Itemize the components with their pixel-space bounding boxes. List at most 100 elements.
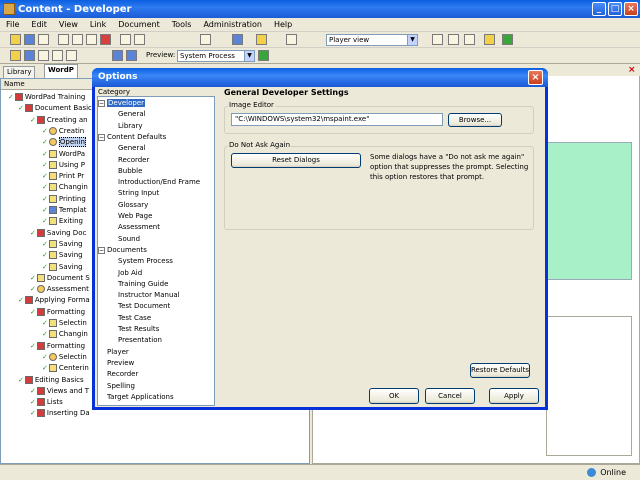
menu-link[interactable]: Link (90, 20, 106, 29)
tree-item[interactable]: ✓ Changin (42, 182, 88, 193)
redo-icon[interactable] (134, 34, 145, 45)
tree-item[interactable]: ✓ Saving (42, 239, 83, 250)
layout-icon[interactable] (432, 34, 443, 45)
tree-item[interactable]: ✓ Changin (42, 329, 88, 340)
go-icon[interactable] (258, 50, 269, 61)
category-item[interactable]: Preview (107, 358, 134, 369)
tree-item[interactable]: ✓ Inserting Da (30, 408, 90, 419)
tree-item[interactable]: ✓ Formatting (30, 307, 85, 318)
tree-item[interactable]: ✓ Formatting (30, 341, 85, 352)
category-item[interactable]: Test Case (118, 313, 151, 324)
category-item[interactable]: Glossary (118, 200, 148, 211)
tree-item[interactable]: ✓ Lists (30, 397, 63, 408)
arrow-down-icon[interactable] (126, 50, 137, 61)
tree-item[interactable]: ✓ Creatin (42, 126, 84, 137)
find-icon[interactable] (200, 34, 211, 45)
minimize-button[interactable]: _ (592, 2, 606, 16)
category-item[interactable]: Introduction/End Frame (118, 177, 200, 188)
tree-item[interactable]: ✓ Saving Doc (30, 228, 86, 239)
category-item[interactable]: Spelling (107, 381, 135, 392)
split-icon[interactable] (448, 34, 459, 45)
collapse-icon[interactable]: − (98, 133, 105, 141)
menu-edit[interactable]: Edit (31, 20, 47, 29)
category-item[interactable]: Bubble (118, 166, 142, 177)
category-item[interactable]: Player (107, 347, 129, 358)
category-item[interactable]: Library (118, 121, 142, 132)
category-item[interactable]: Assessment (118, 222, 160, 233)
document-icon[interactable] (38, 50, 49, 61)
tree-item[interactable]: ✓ WordPa (42, 149, 85, 160)
category-item[interactable]: Recorder (107, 369, 138, 380)
tree-item[interactable]: ✓ Print Pr (42, 171, 84, 182)
category-item[interactable]: Job Aid (118, 268, 142, 279)
menu-administration[interactable]: Administration (203, 20, 262, 29)
close-icon[interactable]: × (628, 66, 637, 75)
view-combo[interactable]: Player view ▼ (326, 34, 418, 46)
tree-item[interactable]: ✓ Openin (42, 137, 86, 148)
category-item[interactable]: Instructor Manual (118, 290, 180, 301)
publish-icon[interactable] (484, 34, 495, 45)
undo-icon[interactable] (120, 34, 131, 45)
tree-item[interactable]: ✓ Using P (42, 160, 85, 171)
delete-icon[interactable] (100, 34, 111, 45)
help-icon[interactable] (232, 34, 243, 45)
collapse-icon[interactable]: − (98, 100, 105, 107)
tree-item[interactable]: ✓ Saving (42, 250, 83, 261)
new-icon[interactable] (10, 50, 21, 61)
category-item[interactable]: − Documents (98, 245, 147, 256)
tab-wordpad[interactable]: WordP (44, 64, 78, 78)
record-icon[interactable] (286, 34, 297, 45)
category-item[interactable]: String Input (118, 188, 159, 199)
browse-button[interactable]: Browse... (448, 113, 502, 127)
category-item[interactable]: − Developer (98, 98, 146, 109)
preview-combo[interactable]: System Process ▼ (177, 50, 255, 62)
category-item[interactable]: Test Results (118, 324, 159, 335)
tree-item[interactable]: ✓ Printing (42, 194, 86, 205)
tree-item[interactable]: ✓ Centerin (42, 363, 89, 374)
image-editor-field[interactable]: "C:\WINDOWS\system32\mspaint.exe" (231, 113, 443, 126)
maximize-button[interactable]: □ (608, 2, 622, 16)
page-icon[interactable] (66, 50, 77, 61)
ok-button[interactable]: OK (369, 388, 419, 404)
cancel-button[interactable]: Cancel (425, 388, 475, 404)
category-item[interactable]: General (118, 143, 146, 154)
tree-item[interactable]: ✓ Templat (42, 205, 87, 216)
tree-item[interactable]: ✓ Selectin (42, 318, 87, 329)
collapse-icon[interactable]: − (98, 246, 105, 254)
tree-item[interactable]: ✓ Editing Basics (18, 375, 84, 386)
category-item[interactable]: Sound (118, 234, 140, 245)
tree-item[interactable]: ✓ Document Basic (18, 103, 92, 114)
menu-view[interactable]: View (59, 20, 78, 29)
arrow-up-icon[interactable] (112, 50, 123, 61)
open-icon[interactable] (10, 34, 21, 45)
question-icon[interactable] (52, 50, 63, 61)
link-icon[interactable] (24, 50, 35, 61)
dialog-close-button[interactable]: × (528, 70, 543, 85)
menu-file[interactable]: File (6, 20, 19, 29)
menu-help[interactable]: Help (274, 20, 292, 29)
pane-icon[interactable] (464, 34, 475, 45)
menu-document[interactable]: Document (118, 20, 159, 29)
print-icon[interactable] (38, 34, 49, 45)
tab-library[interactable]: Library (3, 66, 36, 78)
category-item[interactable]: Recorder (118, 155, 149, 166)
category-item[interactable]: Presentation (118, 335, 162, 346)
cut-icon[interactable] (58, 34, 69, 45)
paste-icon[interactable] (86, 34, 97, 45)
close-button[interactable]: × (624, 2, 638, 16)
category-item[interactable]: Test Document (118, 301, 170, 312)
tree-item[interactable]: ✓ Applying Forma (18, 295, 90, 306)
category-item[interactable]: Target Applications (107, 392, 174, 403)
save-icon[interactable] (24, 34, 35, 45)
refresh-icon[interactable] (502, 34, 513, 45)
category-item[interactable]: System Process (118, 256, 173, 267)
tree-item[interactable]: ✓ Creating an (30, 115, 88, 126)
copy-icon[interactable] (72, 34, 83, 45)
tree-item[interactable]: ✓ Saving (42, 262, 83, 273)
tree-item[interactable]: ✓ WordPad Training (8, 92, 85, 103)
category-item[interactable]: − Content Defaults (98, 132, 166, 143)
tree-item[interactable]: ✓ Document S (30, 273, 90, 284)
category-item[interactable]: Training Guide (118, 279, 168, 290)
restore-defaults-button[interactable]: Restore Defaults (470, 363, 530, 378)
tree-item[interactable]: ✓ Selectin (42, 352, 87, 363)
